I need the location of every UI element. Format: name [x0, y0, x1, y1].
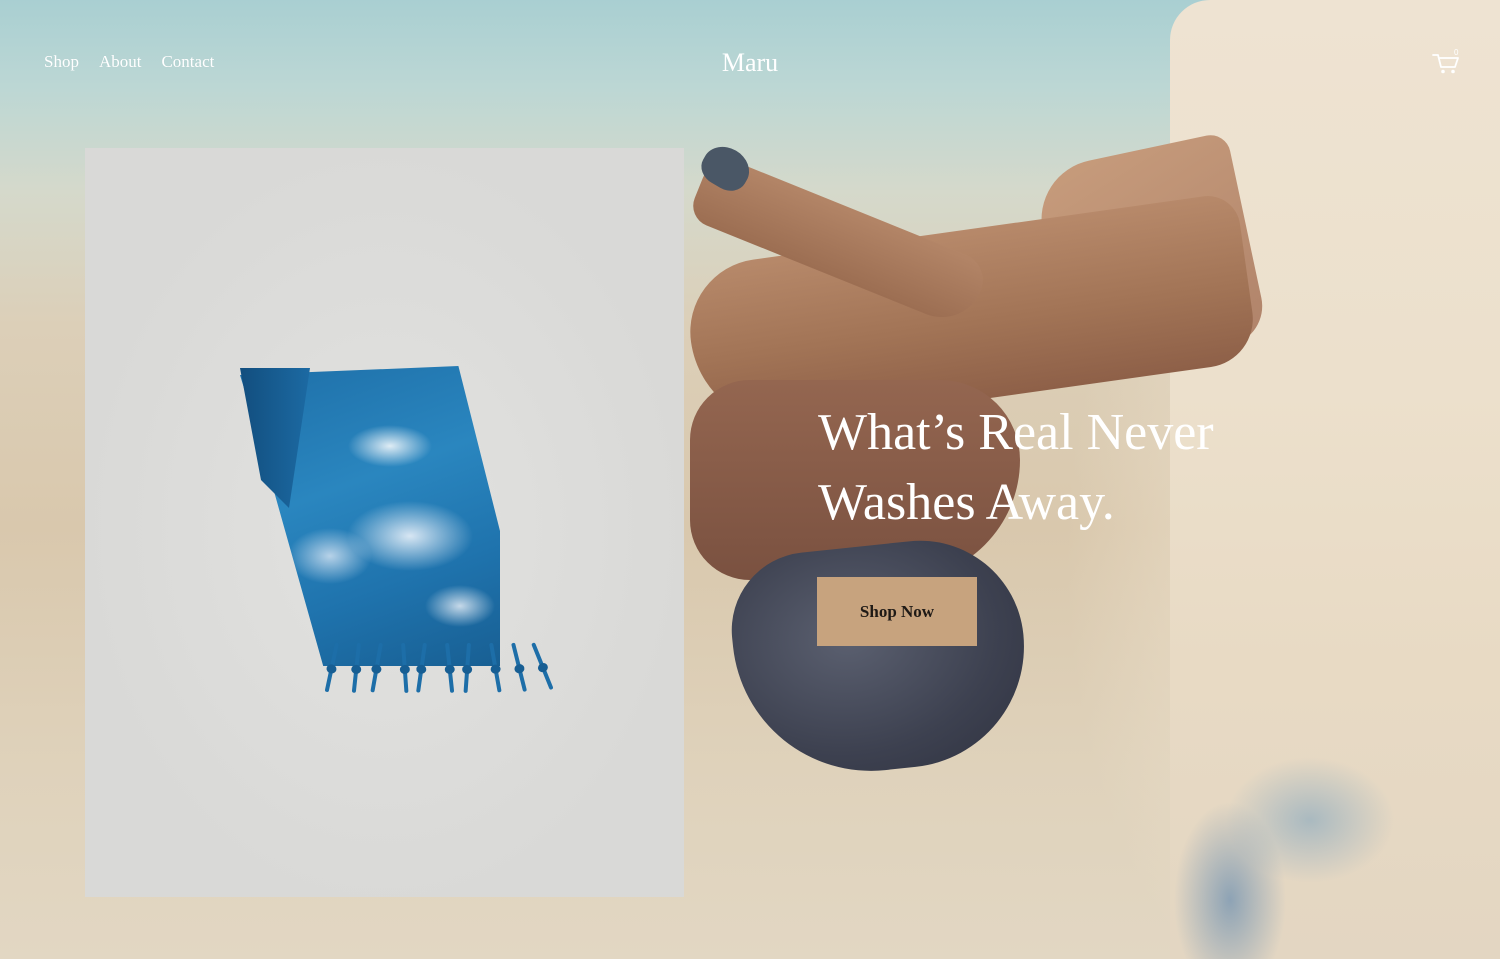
shop-now-button[interactable]: Shop Now [817, 577, 977, 646]
background-dyed-hand-image [724, 530, 1036, 785]
tie-dye-towel-image [235, 358, 565, 738]
hero-headline-line-2: Washes Away. [818, 474, 1115, 531]
towel-fringe [324, 642, 565, 723]
site-logo[interactable]: Maru [0, 48, 1500, 78]
cart-count-badge: 0 [1454, 48, 1459, 57]
hero-headline-line-1: What’s Real Never [818, 404, 1214, 461]
product-image-card[interactable] [85, 148, 684, 897]
page: Shop About Contact Maru 0 What’s Real Ne… [0, 0, 1500, 959]
hero-headline: What’s Real Never Washes Away. [818, 398, 1338, 538]
